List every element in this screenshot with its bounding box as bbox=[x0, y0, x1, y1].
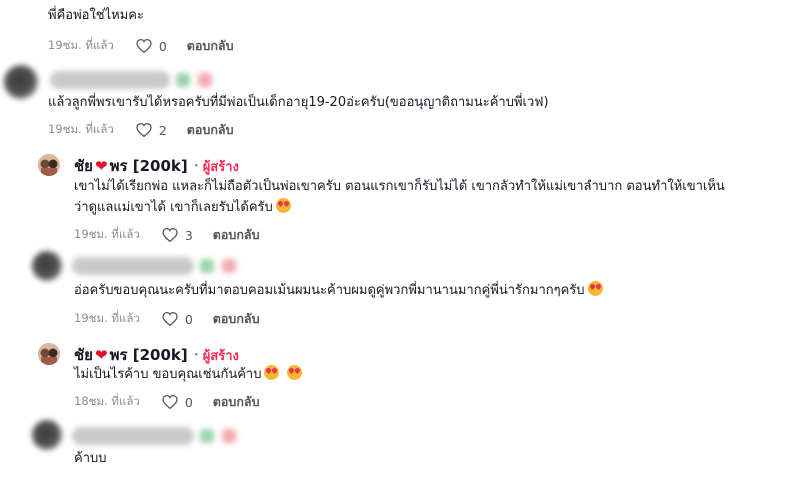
comment-timestamp: 19ชม. ที่แล้ว bbox=[48, 122, 114, 136]
like-count: 2 bbox=[158, 122, 167, 138]
like-button[interactable]: 2 bbox=[136, 123, 167, 138]
smiling-face-with-hearts-emoji bbox=[587, 281, 603, 296]
comment-meta: 19ชม. ที่แล้ว 0 ตอบกลับ bbox=[74, 309, 260, 329]
username-blurred[interactable] bbox=[72, 257, 244, 275]
avatar[interactable] bbox=[4, 65, 38, 99]
like-count: 0 bbox=[158, 38, 167, 54]
heart-outline-icon bbox=[162, 228, 178, 242]
comment-timestamp: 19ชม. ที่แล้ว bbox=[74, 227, 140, 241]
like-count: 0 bbox=[184, 311, 193, 327]
red-heart-icon: ❤ bbox=[94, 346, 108, 364]
reply-button[interactable]: ตอบกลับ bbox=[187, 120, 234, 140]
heart-outline-icon bbox=[136, 123, 152, 137]
reply-button[interactable]: ตอบกลับ bbox=[187, 36, 234, 56]
reply-button[interactable]: ตอบกลับ bbox=[213, 309, 260, 329]
like-button[interactable]: 0 bbox=[136, 39, 167, 54]
like-count: 3 bbox=[184, 227, 193, 243]
comment-text: แล้วลูกพี่พรเขารับได้หรอครับที่มีพ่อเป็น… bbox=[48, 95, 549, 110]
comment-text: เขาไม่ได้เรียกพ่อ แหละก็ไม่ถือตัวเป็นพ่อ… bbox=[74, 179, 725, 194]
avatar[interactable] bbox=[32, 420, 62, 450]
comment-text-line2: ว่าดูแลแม่เขาได้ เขาก็เลยรับได้ครับ bbox=[74, 197, 291, 219]
comment-text: ไม่เป็นไรค้าบ ขอบคุณเช่นกันค้าบ bbox=[74, 367, 262, 382]
comment-meta: 19ชม. ที่แล้ว 0 ตอบกลับ bbox=[48, 36, 234, 56]
comment-timestamp: 18ชม. ที่แล้ว bbox=[74, 394, 140, 408]
reply-button[interactable]: ตอบกลับ bbox=[213, 392, 260, 412]
heart-outline-icon bbox=[136, 39, 152, 53]
comment-meta: 18ชม. ที่แล้ว 0 ตอบกลับ bbox=[74, 392, 260, 412]
avatar[interactable] bbox=[38, 343, 60, 365]
comment-timestamp: 19ชม. ที่แล้ว bbox=[74, 311, 140, 325]
comment-text-line: ไม่เป็นไรค้าบ ขอบคุณเช่นกันค้าบ bbox=[74, 364, 302, 386]
creator-badge: ผู้สร้าง bbox=[202, 348, 239, 364]
comment-timestamp: 19ชม. ที่แล้ว bbox=[48, 38, 114, 52]
heart-outline-icon bbox=[162, 312, 178, 326]
avatar[interactable] bbox=[38, 154, 60, 176]
reply-button[interactable]: ตอบกลับ bbox=[213, 225, 260, 245]
like-button[interactable]: 0 bbox=[162, 312, 193, 327]
smiling-face-with-hearts-emoji bbox=[264, 365, 280, 380]
username-blurred[interactable] bbox=[72, 427, 244, 445]
creator-badge: ผู้สร้าง bbox=[202, 159, 239, 175]
like-button[interactable]: 0 bbox=[162, 395, 193, 410]
creator-name[interactable]: ชัย ❤ พร [200k] · ผู้สร้าง bbox=[74, 154, 239, 178]
smiling-face-with-hearts-emoji bbox=[275, 198, 291, 213]
comment-text: ค้าบบ bbox=[74, 451, 107, 466]
comment-text-line: อ่อครับขอบคุณนะครับที่มาตอบคอมเม้นผมนะค้… bbox=[74, 280, 603, 302]
heart-outline-icon bbox=[162, 395, 178, 409]
comment-meta: 19ชม. ที่แล้ว 3 ตอบกลับ bbox=[74, 225, 260, 245]
avatar[interactable] bbox=[32, 251, 62, 281]
username-blurred[interactable] bbox=[50, 71, 220, 89]
comment-text: พี่คือพ่อใช่ไหมคะ bbox=[48, 8, 144, 23]
comment-text: อ่อครับขอบคุณนะครับที่มาตอบคอมเม้นผมนะค้… bbox=[74, 283, 585, 298]
like-count: 0 bbox=[184, 394, 193, 410]
red-heart-icon: ❤ bbox=[94, 157, 108, 175]
like-button[interactable]: 3 bbox=[162, 228, 193, 243]
comment-meta: 19ชม. ที่แล้ว 2 ตอบกลับ bbox=[48, 120, 234, 140]
smiling-face-with-hearts-emoji bbox=[286, 365, 302, 380]
